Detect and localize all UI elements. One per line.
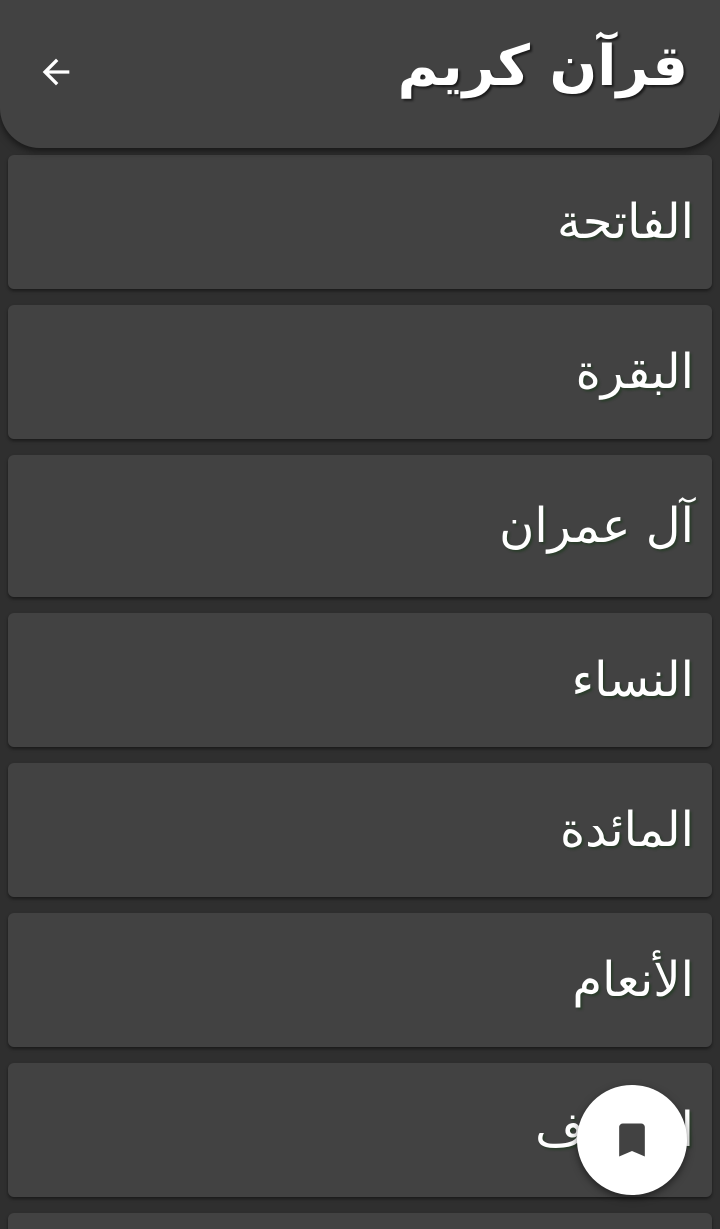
bookmark-icon bbox=[619, 1123, 645, 1157]
surah-name: النساء bbox=[571, 652, 694, 708]
bookmark-button[interactable] bbox=[577, 1085, 687, 1195]
surah-name: آل عمران bbox=[499, 498, 694, 554]
screen: قرآن كريم الفاتحة البقرة آل عمران النساء… bbox=[0, 0, 720, 1229]
surah-item-al-anam[interactable]: الأنعام bbox=[8, 913, 712, 1047]
surah-name: المائدة bbox=[559, 802, 694, 858]
surah-item-next[interactable] bbox=[8, 1213, 712, 1229]
back-button[interactable] bbox=[24, 40, 88, 104]
surah-item-al-imran[interactable]: آل عمران bbox=[8, 455, 712, 597]
surah-item-an-nisa[interactable]: النساء bbox=[8, 613, 712, 747]
surah-name: البقرة bbox=[575, 344, 694, 400]
surah-item-al-baqarah[interactable]: البقرة bbox=[8, 305, 712, 439]
page-title: قرآن كريم bbox=[397, 34, 688, 99]
app-bar: قرآن كريم bbox=[0, 0, 720, 148]
arrow-back-icon bbox=[42, 58, 70, 86]
surah-item-al-fatiha[interactable]: الفاتحة bbox=[8, 155, 712, 289]
surah-name: الفاتحة bbox=[557, 194, 694, 250]
surah-name: الأنعام bbox=[572, 952, 694, 1008]
surah-item-al-maidah[interactable]: المائدة bbox=[8, 763, 712, 897]
